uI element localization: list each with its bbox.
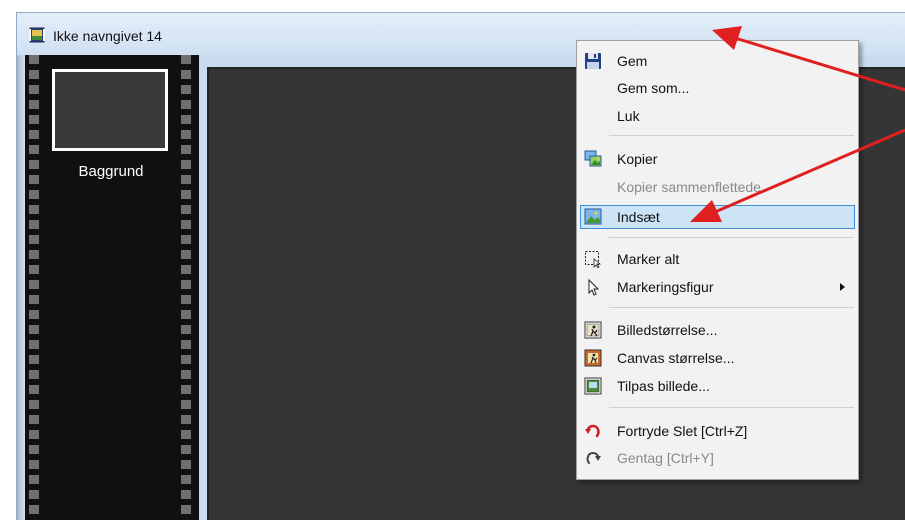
menu-separator	[609, 307, 854, 308]
context-menu: Gem Gem som... Luk Kopier Kopier sammenf…	[576, 40, 859, 480]
menu-item-luk[interactable]: Luk	[580, 104, 855, 128]
menu-item-tilpas-billede[interactable]: Tilpas billede...	[580, 374, 855, 398]
layer-label: Baggrund	[78, 163, 144, 180]
menu-item-markeringsfigur[interactable]: Markeringsfigur	[580, 275, 855, 299]
panel-separator	[199, 55, 207, 520]
select-all-icon	[585, 251, 602, 268]
window-title: Ikke navngivet 14	[53, 28, 162, 44]
menu-item-fortryde[interactable]: Fortryde Slet [Ctrl+Z]	[580, 419, 855, 443]
fit-image-icon	[584, 377, 602, 395]
menu-item-indsaet[interactable]: Indsæt	[580, 205, 855, 229]
menu-item-marker-alt[interactable]: Marker alt	[580, 247, 855, 271]
menu-item-kopier-sammenflettede[interactable]: Kopier sammenflettede	[580, 175, 855, 199]
undo-icon	[585, 424, 600, 438]
film-perforation-left	[29, 55, 39, 520]
layer-thumbnail-baggrund[interactable]	[52, 69, 168, 151]
film-perforation-right	[181, 55, 191, 520]
menu-item-canvas-storrelse[interactable]: Canvas størrelse...	[580, 346, 855, 370]
image-size-icon	[584, 321, 602, 339]
menu-item-gentag[interactable]: Gentag [Ctrl+Y]	[580, 446, 855, 470]
menu-item-billedstorrelse[interactable]: Billedstørrelse...	[580, 318, 855, 342]
cursor-icon	[588, 278, 600, 296]
submenu-arrow-icon	[840, 283, 845, 291]
copy-image-icon	[584, 150, 602, 167]
menu-item-gem-som[interactable]: Gem som...	[580, 76, 855, 100]
floppy-disk-icon	[585, 53, 601, 69]
canvas-size-icon	[584, 349, 602, 367]
redo-icon	[586, 451, 601, 464]
paste-image-icon	[584, 208, 602, 225]
left-border	[17, 55, 25, 520]
layer-filmstrip: Baggrund	[25, 55, 199, 520]
menu-item-gem[interactable]: Gem	[580, 49, 855, 73]
menu-separator	[609, 135, 854, 136]
menu-separator	[609, 237, 854, 238]
document-window-icon	[29, 27, 45, 43]
menu-separator	[609, 407, 854, 408]
menu-item-kopier[interactable]: Kopier	[580, 147, 855, 171]
